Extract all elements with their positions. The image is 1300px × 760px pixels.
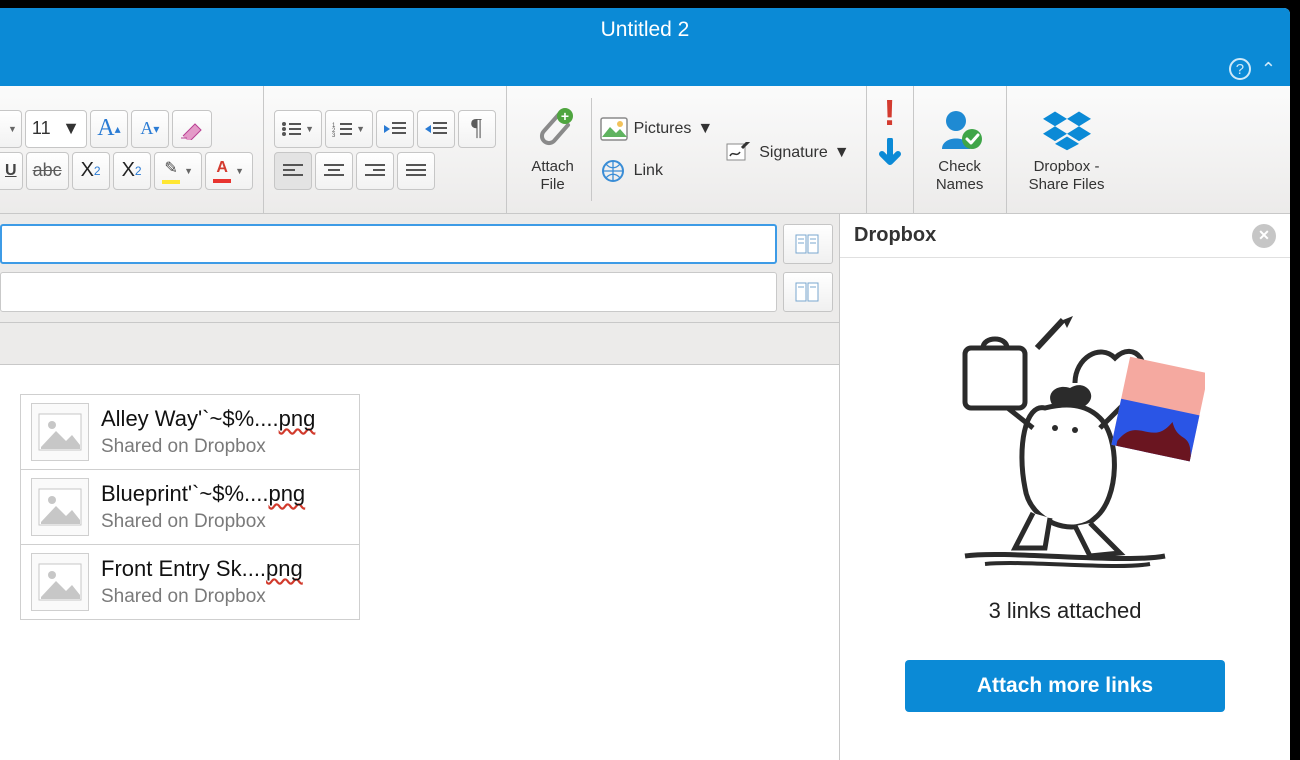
signature-label: Signature [759,144,828,162]
bulleted-list-button[interactable]: ▼ [274,110,322,148]
close-panel-button[interactable]: ✕ [1252,224,1276,248]
ribbon-group-paragraph: ▼ 123▼ ¶ [264,86,507,213]
address-book-to-button[interactable] [783,224,833,264]
pictures-button[interactable]: Pictures ▼ [600,116,714,142]
panel-status: 3 links attached [989,598,1142,624]
compose-body[interactable]: Alley Way'`~$%....png Shared on Dropbox … [0,365,839,760]
increase-indent-button[interactable] [417,110,455,148]
attachment-filename: Blueprint'`~$%....png [101,481,305,507]
image-placeholder-icon [31,553,89,611]
font-color-button[interactable]: A▼ [205,152,253,190]
ribbon-group-checknames: Check Names [914,86,1007,213]
window-title: Untitled 2 [601,18,690,42]
chevron-down-icon: ▼ [62,118,80,139]
attachment-subtitle: Shared on Dropbox [101,436,315,458]
superscript-button[interactable]: X2 [113,152,151,190]
strikethrough-button[interactable]: abc [26,152,69,190]
underline-button[interactable]: U [0,152,23,190]
attachment-card[interactable]: Alley Way'`~$%....png Shared on Dropbox [20,394,360,470]
attach-more-links-button[interactable]: Attach more links [905,660,1225,712]
check-names-button[interactable]: Check Names [924,102,996,197]
ribbon: ▼ 11 ▼ A▴ A▾ U abc X2 X2 [0,86,1290,214]
svg-text:3: 3 [332,133,336,137]
attachment-filename: Alley Way'`~$%....png [101,406,315,432]
address-book-cc-button[interactable] [783,272,833,312]
check-names-icon [936,106,984,154]
pictures-label: Pictures [634,120,692,138]
svg-text:+: + [561,108,569,124]
subscript-button[interactable]: X2 [72,152,110,190]
dropbox-illustration [925,288,1205,578]
subject-field[interactable] [0,323,839,365]
link-globe-icon [600,158,628,184]
attach-file-button[interactable]: + Attach File [517,102,589,197]
to-field[interactable] [0,224,777,264]
clear-formatting-button[interactable] [172,110,212,148]
paperclip-icon: + [529,106,577,154]
link-label: Link [634,162,663,180]
chevron-down-icon: ▼ [697,120,713,138]
attach-file-label: Attach File [531,158,574,193]
align-center-button[interactable] [315,152,353,190]
image-placeholder-icon [31,403,89,461]
signature-button[interactable]: Signature ▼ [725,140,849,166]
attachment-subtitle: Shared on Dropbox [101,586,303,608]
panel-title: Dropbox [854,224,936,247]
attachment-card[interactable]: Blueprint'`~$%....png Shared on Dropbox [20,469,360,545]
align-right-button[interactable] [356,152,394,190]
font-size-value: 11 [32,118,51,139]
attachment-card[interactable]: Front Entry Sk....png Shared on Dropbox [20,544,360,620]
ribbon-group-dropbox: Dropbox - Share Files [1007,86,1127,213]
chevron-down-icon: ▼ [834,144,850,162]
compose-pane: Alley Way'`~$%....png Shared on Dropbox … [0,214,840,760]
attachment-list: Alley Way'`~$%....png Shared on Dropbox … [20,394,819,620]
font-family-dropdown[interactable]: ▼ [0,110,22,148]
ribbon-group-priority: ! [867,86,914,213]
ribbon-group-font: ▼ 11 ▼ A▴ A▾ U abc X2 X2 [0,86,264,213]
app-window: Untitled 2 ? ⌃ ▼ 11 ▼ A▴ A▾ [0,8,1290,760]
show-paragraph-marks-button[interactable]: ¶ [458,110,496,148]
picture-icon [600,116,628,142]
dropbox-share-button[interactable]: Dropbox - Share Files [1017,102,1117,197]
help-icon[interactable]: ? [1229,58,1251,80]
attachment-subtitle: Shared on Dropbox [101,511,305,533]
align-justify-button[interactable] [397,152,435,190]
attachment-filename: Front Entry Sk....png [101,556,303,582]
dropbox-share-label: Dropbox - Share Files [1029,158,1105,193]
ribbon-group-insert: + Attach File Pictures ▼ Link [507,86,867,213]
attach-more-links-label: Attach more links [977,674,1153,698]
cc-field[interactable] [0,272,777,312]
link-button[interactable]: Link [600,158,714,184]
title-bar: Untitled 2 [0,8,1290,52]
message-header-fields [0,214,839,323]
signature-icon [725,140,753,166]
ribbon-tab-row: ? ⌃ [0,52,1290,86]
shrink-font-button[interactable]: A▾ [131,110,169,148]
highlight-color-button[interactable]: ✎▼ [154,152,202,190]
high-importance-button[interactable]: ! [884,92,896,134]
dropbox-icon [1043,106,1091,154]
font-size-input[interactable]: 11 ▼ [25,110,87,148]
collapse-ribbon-icon[interactable]: ⌃ [1261,59,1276,80]
grow-font-button[interactable]: A▴ [90,110,128,148]
numbered-list-button[interactable]: 123▼ [325,110,373,148]
image-placeholder-icon [31,478,89,536]
align-left-button[interactable] [274,152,312,190]
decrease-indent-button[interactable] [376,110,414,148]
dropbox-panel: Dropbox ✕ [840,214,1290,760]
check-names-label: Check Names [936,158,984,193]
low-importance-button[interactable] [877,138,903,172]
